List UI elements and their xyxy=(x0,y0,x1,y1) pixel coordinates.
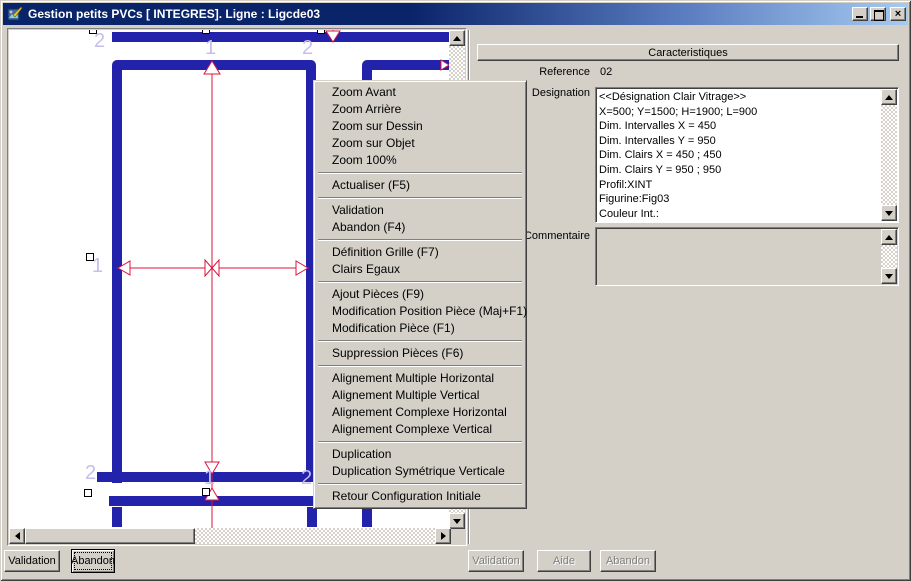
selection-handle[interactable] xyxy=(202,30,210,34)
scroll-right-button[interactable] xyxy=(435,528,451,544)
down-arrow-icon xyxy=(885,211,893,216)
frame-index-label: 2 xyxy=(301,468,312,488)
menu-item-zoom-avant[interactable]: Zoom Avant xyxy=(316,84,524,101)
menu-separator xyxy=(318,239,522,241)
frame-index-label: 1 xyxy=(204,468,215,488)
selection-handle[interactable] xyxy=(84,489,92,497)
menu-item-alignement-complexe-horizontal[interactable]: Alignement Complexe Horizontal xyxy=(316,404,524,421)
abandon-button[interactable]: Abandon xyxy=(71,549,115,573)
up-arrow-icon xyxy=(453,36,461,41)
context-menu: Zoom Avant Zoom Arrière Zoom sur Dessin … xyxy=(313,80,527,509)
menu-item-zoom-sur-dessin[interactable]: Zoom sur Dessin xyxy=(316,118,524,135)
menu-item-validation[interactable]: Validation xyxy=(316,202,524,219)
menu-separator xyxy=(318,340,522,342)
titlebar: Gestion petits PVCs [ INTEGRES]. Ligne :… xyxy=(3,3,908,25)
menu-item-ajout-pieces[interactable]: Ajout Pièces (F9) xyxy=(316,286,524,303)
up-arrow-icon xyxy=(885,95,893,100)
hscroll-thumb[interactable] xyxy=(25,528,195,544)
reference-value: 02 xyxy=(600,66,612,78)
up-arrow-icon xyxy=(885,235,893,240)
menu-separator xyxy=(318,441,522,443)
frame-index-label: 2 xyxy=(94,31,105,51)
dimension-lines xyxy=(117,30,333,529)
scroll-up-button[interactable] xyxy=(881,89,897,105)
close-button[interactable]: × xyxy=(890,7,906,21)
menu-item-suppression-pieces[interactable]: Suppression Pièces (F6) xyxy=(316,345,524,362)
scroll-down-button[interactable] xyxy=(449,513,465,529)
menu-item-retour-configuration-initiale[interactable]: Retour Configuration Initiale xyxy=(316,488,524,505)
menu-item-abandon[interactable]: Abandon (F4) xyxy=(316,219,524,236)
app-window: Gestion petits PVCs [ INTEGRES]. Ligne :… xyxy=(0,0,911,581)
menu-item-alignement-multiple-horizontal[interactable]: Alignement Multiple Horizontal xyxy=(316,370,524,387)
menu-item-duplication-symetrique-verticale[interactable]: Duplication Symétrique Verticale xyxy=(316,463,524,480)
selection-handle[interactable] xyxy=(89,30,97,34)
scroll-down-button[interactable] xyxy=(881,205,897,221)
canvas-hscrollbar[interactable] xyxy=(9,528,451,544)
menu-item-alignement-complexe-vertical[interactable]: Alignement Complexe Vertical xyxy=(316,421,524,438)
scroll-down-button[interactable] xyxy=(881,268,897,284)
app-icon xyxy=(7,6,23,22)
right-arrow-icon xyxy=(441,532,446,540)
commentaire-scrollbar[interactable] xyxy=(881,229,897,284)
aide-button[interactable]: Aide xyxy=(537,550,591,572)
down-arrow-icon xyxy=(885,274,893,279)
menu-separator xyxy=(318,483,522,485)
left-arrow-icon xyxy=(15,532,20,540)
caracteristiques-header[interactable]: Caracteristiques xyxy=(477,44,899,61)
down-arrow-icon xyxy=(453,519,461,524)
panel-abandon-button[interactable]: Abandon xyxy=(600,550,656,572)
designation-scrollbar[interactable] xyxy=(881,89,897,221)
selection-handle[interactable] xyxy=(317,30,325,34)
commentaire-textbox[interactable] xyxy=(595,227,899,286)
frame-index-label: 1 xyxy=(205,38,216,58)
selection-handle[interactable] xyxy=(202,488,210,496)
designation-text: <<Désignation Clair Vitrage>> X=500; Y=1… xyxy=(599,90,880,221)
menu-item-zoom-sur-objet[interactable]: Zoom sur Objet xyxy=(316,135,524,152)
window-title: Gestion petits PVCs [ INTEGRES]. Ligne :… xyxy=(28,7,850,21)
menu-item-duplication[interactable]: Duplication xyxy=(316,446,524,463)
menu-item-alignement-multiple-vertical[interactable]: Alignement Multiple Vertical xyxy=(316,387,524,404)
reference-label: Reference xyxy=(480,66,590,78)
menu-item-zoom-100[interactable]: Zoom 100% xyxy=(316,152,524,169)
designation-textbox[interactable]: <<Désignation Clair Vitrage>> X=500; Y=1… xyxy=(595,87,899,223)
menu-separator xyxy=(318,365,522,367)
frame-index-label: 2 xyxy=(85,463,96,483)
menu-separator xyxy=(318,281,522,283)
menu-item-actualiser[interactable]: Actualiser (F5) xyxy=(316,177,524,194)
frame-index-label: 2 xyxy=(302,38,313,58)
menu-separator xyxy=(318,172,522,174)
menu-item-modification-piece[interactable]: Modification Pièce (F1) xyxy=(316,320,524,337)
scroll-up-button[interactable] xyxy=(881,229,897,245)
scroll-left-button[interactable] xyxy=(9,528,25,544)
scroll-up-button[interactable] xyxy=(449,30,465,46)
menu-item-zoom-arriere[interactable]: Zoom Arrière xyxy=(316,101,524,118)
menu-item-definition-grille[interactable]: Définition Grille (F7) xyxy=(316,244,524,261)
menu-separator xyxy=(318,197,522,199)
validation-button[interactable]: Validation xyxy=(4,550,60,572)
panel-validation-button[interactable]: Validation xyxy=(468,550,524,572)
maximize-button[interactable] xyxy=(870,7,886,21)
menu-item-modification-position-piece[interactable]: Modification Position Pièce (Maj+F1) xyxy=(316,303,524,320)
minimize-button[interactable] xyxy=(852,7,868,21)
menu-item-clairs-egaux[interactable]: Clairs Egaux xyxy=(316,261,524,278)
selection-handle[interactable] xyxy=(86,253,94,261)
